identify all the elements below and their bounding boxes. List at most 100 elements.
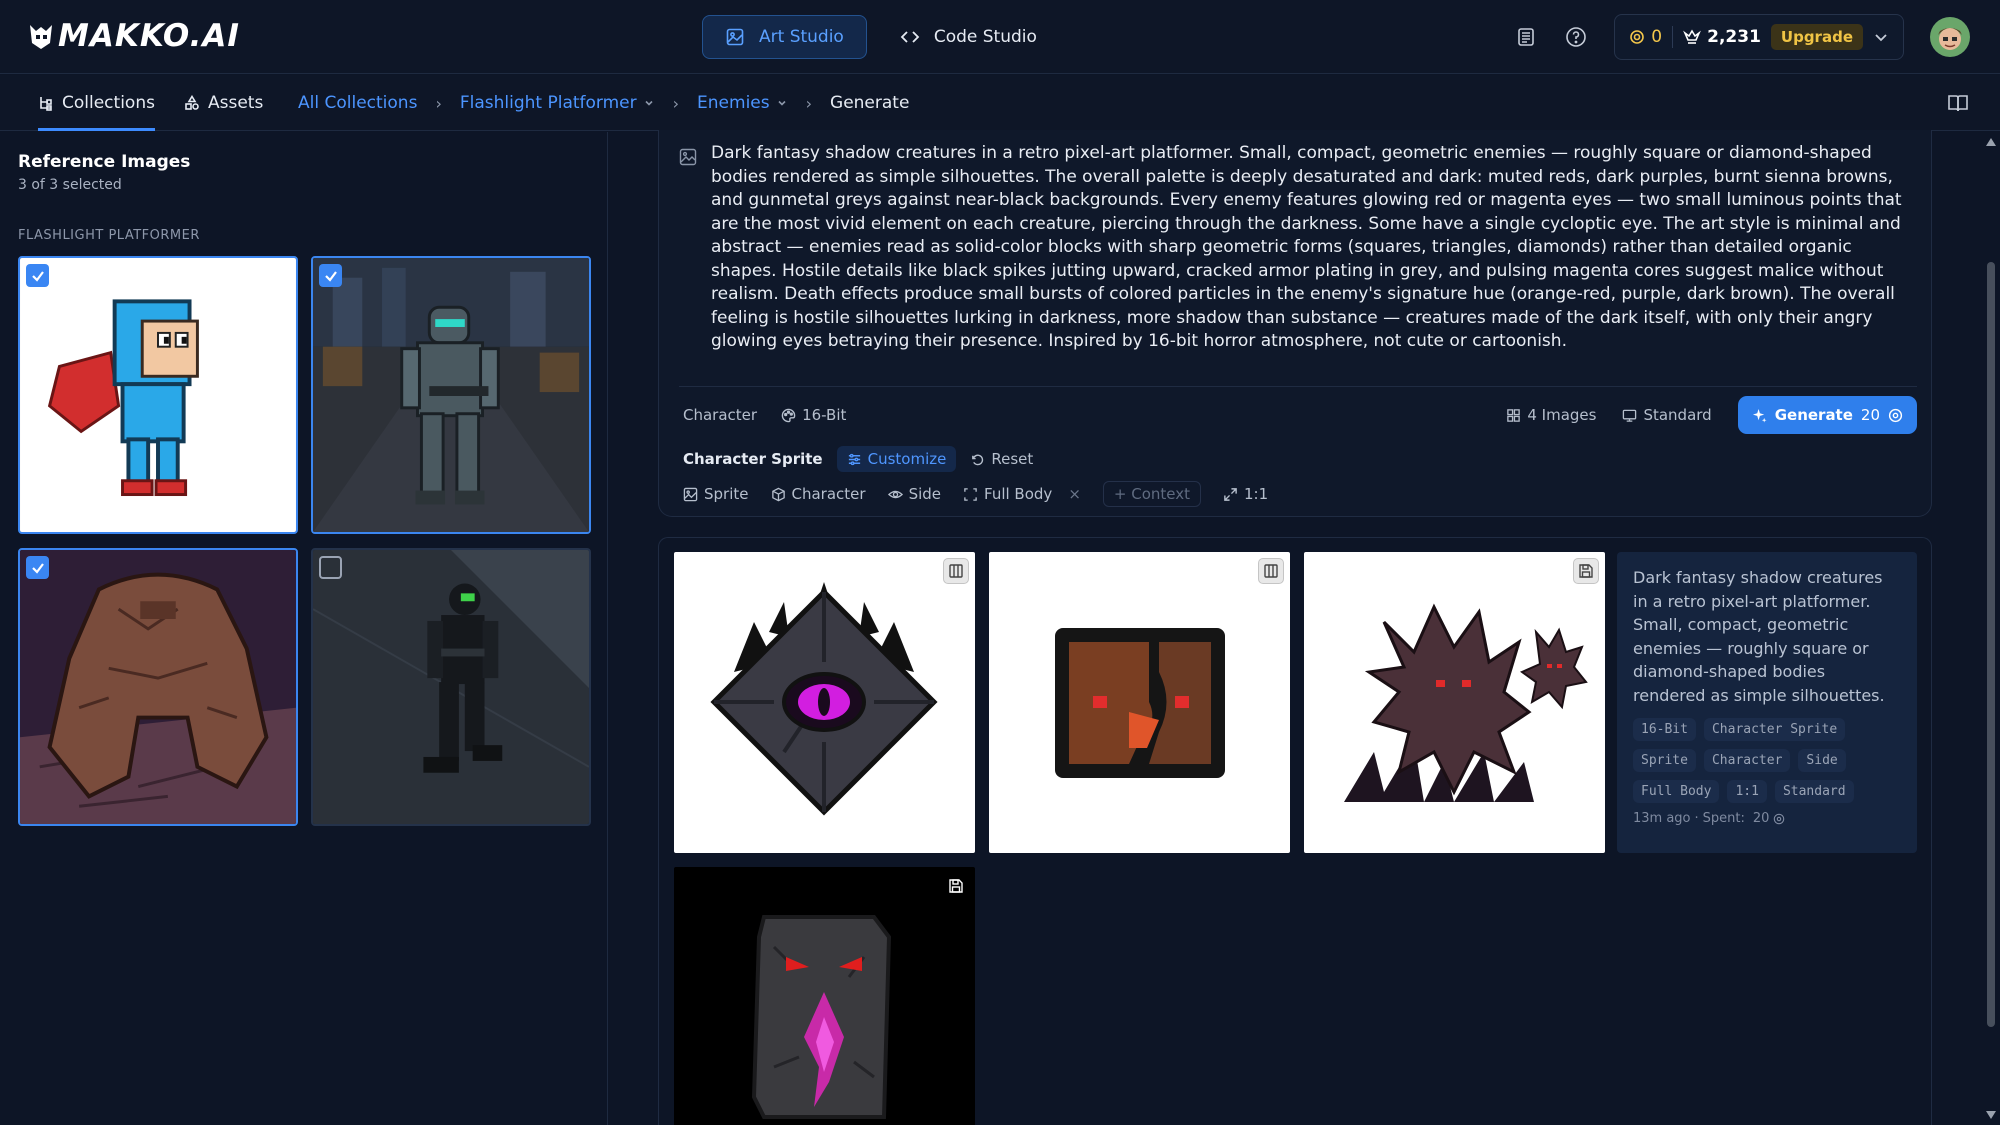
crown-icon <box>1683 29 1702 44</box>
option-side[interactable]: Side <box>887 485 941 503</box>
spent-label: Spent: <box>1702 811 1745 826</box>
checkbox-checked-icon[interactable] <box>26 556 49 579</box>
result-image-4[interactable] <box>674 867 975 1125</box>
option-sprite[interactable]: Sprite <box>683 485 749 503</box>
coin-value: 0 <box>1651 27 1663 47</box>
block-enemy-image <box>989 552 1290 853</box>
tab-collections[interactable]: Collections <box>38 75 155 131</box>
checkbox-unchecked-icon[interactable] <box>319 556 342 579</box>
customize-button[interactable]: Customize <box>836 446 957 472</box>
logo-icon <box>30 25 52 49</box>
option-full-body[interactable]: Full Body × <box>963 485 1081 503</box>
image-icon <box>683 487 698 501</box>
style-selector[interactable]: 16-Bit <box>781 406 846 424</box>
coin-icon <box>1888 408 1903 422</box>
image-icon <box>726 28 744 46</box>
compare-icon[interactable] <box>943 558 969 584</box>
tag: Sprite <box>1633 749 1696 772</box>
type-selector[interactable]: Character <box>683 406 757 424</box>
reference-image-soldier[interactable] <box>311 256 591 534</box>
reference-image-operative[interactable] <box>311 548 591 826</box>
section-label: FLASHLIGHT PLATFORMER <box>18 228 200 243</box>
close-icon[interactable]: × <box>1068 485 1081 503</box>
golem-sprite-image <box>20 550 296 824</box>
shapes-icon <box>185 95 199 110</box>
tag: Character Sprite <box>1703 718 1846 741</box>
tab-art-studio[interactable]: Art Studio <box>702 15 867 59</box>
generate-label: Generate <box>1774 406 1853 424</box>
generate-button[interactable]: Generate 20 <box>1737 396 1917 434</box>
tab-label: Art Studio <box>759 27 844 47</box>
coin-icon <box>1774 813 1785 824</box>
help-icon[interactable] <box>1564 25 1588 49</box>
tab-label: Code Studio <box>933 27 1037 47</box>
reference-image-hero[interactable] <box>18 256 298 534</box>
logo-text: MAKKO.AI <box>58 18 240 54</box>
upgrade-button[interactable]: Upgrade <box>1770 24 1863 50</box>
divider <box>1672 26 1674 48</box>
meta-separator: · <box>1694 811 1699 826</box>
aspect-ratio-selector[interactable]: 1:1 <box>1223 485 1268 503</box>
sparkle-icon <box>1752 408 1767 423</box>
result-image-1[interactable] <box>674 552 975 853</box>
book-icon[interactable] <box>1946 91 1970 115</box>
spiky-creature-enemy-image <box>1304 552 1605 853</box>
save-icon[interactable] <box>1573 558 1599 584</box>
result-image-2[interactable] <box>989 552 1290 853</box>
breadcrumb-flashlight-platformer[interactable]: Flashlight Platformer <box>460 93 655 113</box>
quality-selector[interactable]: Standard <box>1622 406 1712 424</box>
checkbox-checked-icon[interactable] <box>26 264 49 287</box>
reset-button[interactable]: Reset <box>970 450 1033 468</box>
option-label: Full Body <box>984 485 1053 503</box>
eye-icon <box>887 490 903 498</box>
breadcrumb-all-collections[interactable]: All Collections <box>298 93 417 113</box>
breadcrumb-enemies[interactable]: Enemies <box>697 93 788 113</box>
result-image-3[interactable] <box>1304 552 1605 853</box>
result-description: Dark fantasy shadow creatures in a retro… <box>1633 568 1885 705</box>
tab-assets[interactable]: Assets <box>184 75 263 131</box>
option-label: Sprite <box>704 485 749 503</box>
scrollbar[interactable] <box>1982 132 2000 1125</box>
reference-title: Reference Images <box>18 152 191 172</box>
avatar[interactable] <box>1930 17 1970 57</box>
prompt-card: Dark fantasy shadow creatures in a retro… <box>658 130 1932 517</box>
ratio-label: 1:1 <box>1244 485 1269 503</box>
breadcrumb-generate: Generate <box>830 93 910 113</box>
image-count-selector[interactable]: 4 Images <box>1506 406 1596 424</box>
scrollbar-thumb[interactable] <box>1987 262 1995 1027</box>
document-icon[interactable] <box>1514 25 1538 49</box>
style-label: 16-Bit <box>802 406 847 424</box>
frame-icon <box>964 487 977 501</box>
chevron-right-icon: › <box>435 93 442 113</box>
chevron-down-icon[interactable] <box>1873 29 1889 45</box>
code-icon <box>900 31 920 43</box>
credits-menu[interactable]: 0 2,231 Upgrade <box>1614 14 1904 60</box>
customize-label: Customize <box>867 450 947 468</box>
option-label: Character <box>791 485 866 503</box>
crown-balance: 2,231 <box>1683 27 1761 47</box>
reference-image-golem[interactable] <box>18 548 298 826</box>
soldier-sprite-image <box>313 258 589 532</box>
logo[interactable]: MAKKO.AI <box>28 18 240 54</box>
save-icon[interactable] <box>943 873 969 899</box>
compare-icon[interactable] <box>1258 558 1284 584</box>
cube-icon <box>771 487 785 501</box>
prompt-options-row: Character 16-Bit <box>683 406 846 424</box>
add-context-button[interactable]: + Context <box>1102 481 1201 507</box>
scroll-down-icon[interactable] <box>1986 1111 1996 1119</box>
grid-icon <box>1507 408 1521 422</box>
checkbox-checked-icon[interactable] <box>319 264 342 287</box>
option-character[interactable]: Character <box>771 485 866 503</box>
prompt-input[interactable]: Dark fantasy shadow creatures in a retro… <box>711 142 1911 354</box>
scroll-up-icon[interactable] <box>1986 138 1996 146</box>
tag: Standard <box>1774 780 1854 803</box>
tab-code-studio[interactable]: Code Studio <box>877 15 1060 59</box>
images-label: 4 Images <box>1527 406 1597 424</box>
operative-sprite-image <box>313 550 589 824</box>
reset-icon <box>972 454 984 465</box>
type-label: Character <box>683 406 758 424</box>
result-info-card[interactable]: Dark fantasy shadow creatures in a retro… <box>1617 552 1917 853</box>
tag: 16-Bit <box>1633 718 1696 741</box>
diamond-eye-enemy-image <box>674 552 975 853</box>
tag: Side <box>1798 749 1846 772</box>
